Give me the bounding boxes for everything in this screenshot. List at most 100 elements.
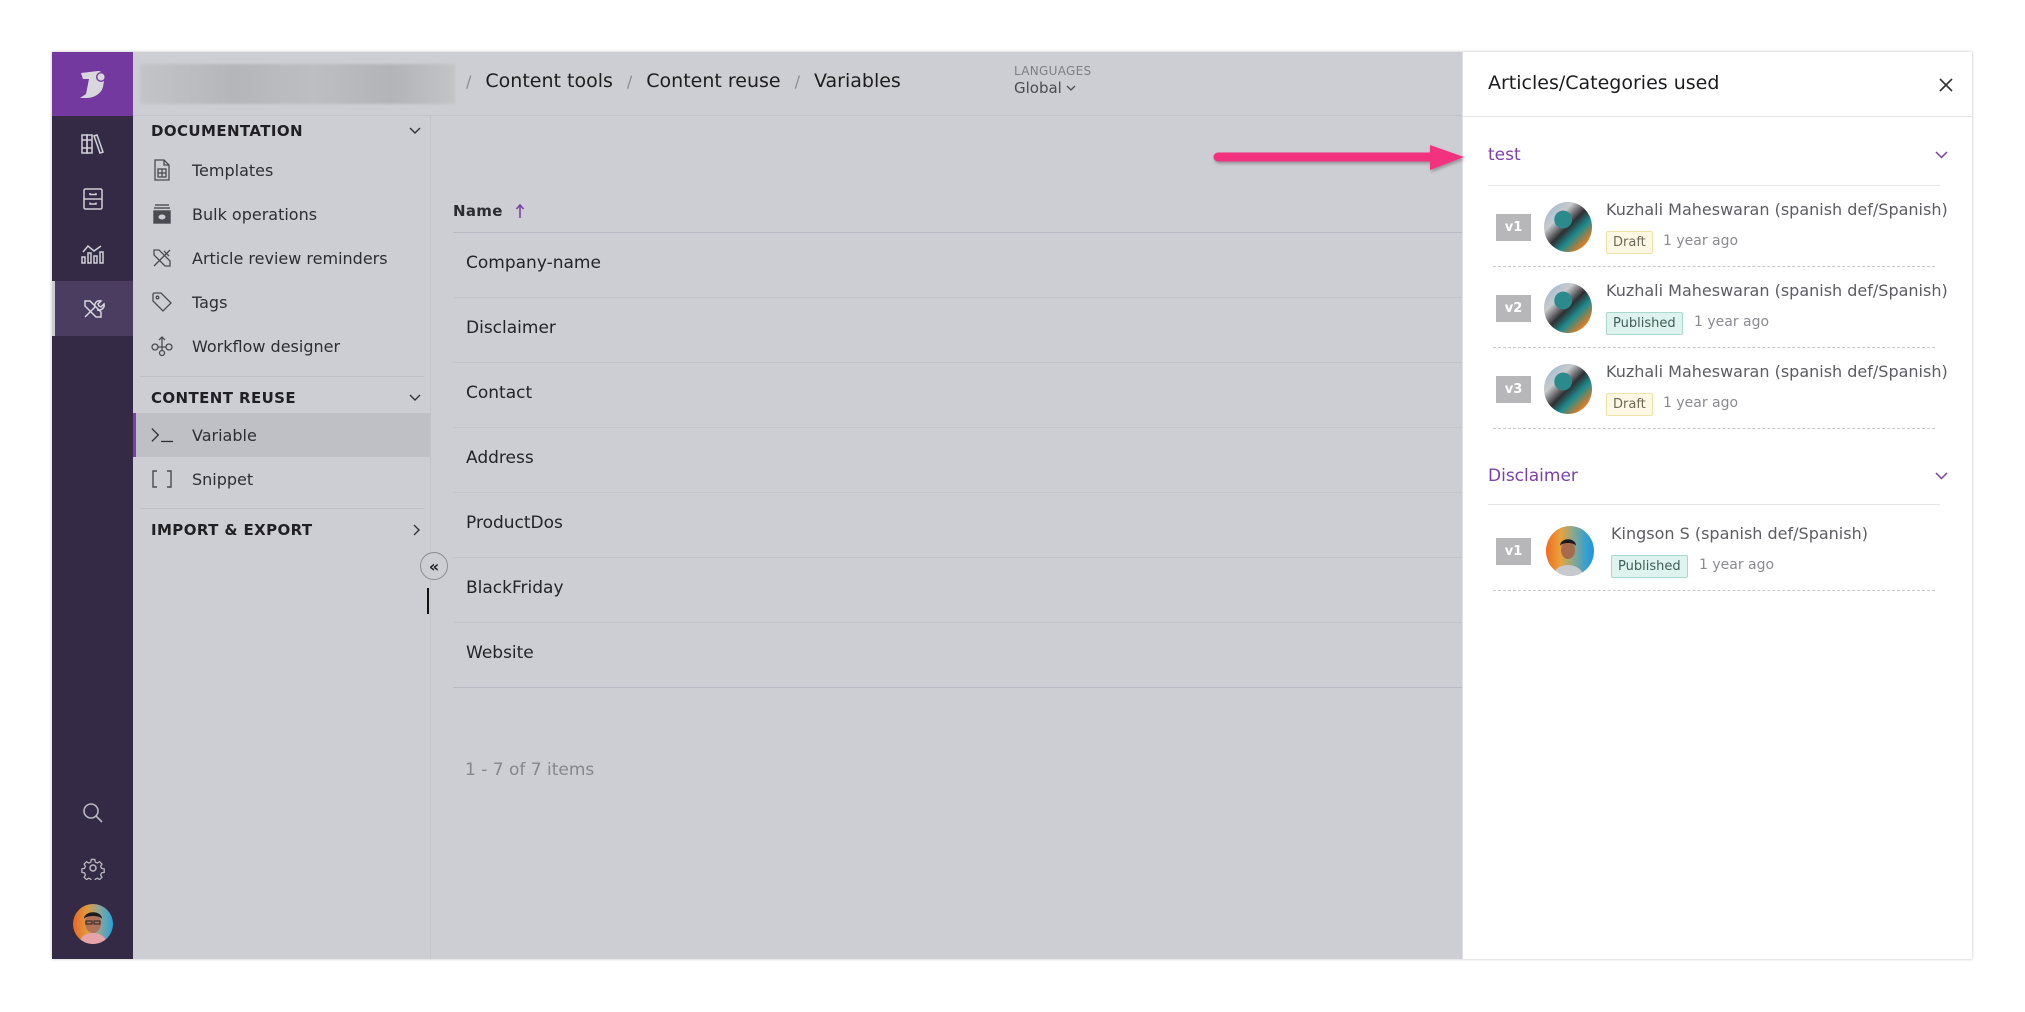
article-entry[interactable]: v2 Kuzhali Maheswaran (spanish def/Spani… <box>1493 267 1948 348</box>
sidebar-item-templates[interactable]: Templates <box>133 148 430 192</box>
table-row[interactable]: Address <box>453 428 1462 493</box>
variable-name: Website <box>466 643 534 663</box>
double-chevron-left-icon: « <box>428 556 440 576</box>
panel-title: Articles/Categories used <box>1488 72 1720 94</box>
group-divider <box>1488 504 1940 505</box>
logo-icon <box>79 71 106 98</box>
author-avatar <box>1544 202 1592 252</box>
template-icon <box>150 158 174 182</box>
sidebar-item-article-review-reminders[interactable]: Article review reminders <box>133 236 430 280</box>
author-avatar <box>1544 364 1592 414</box>
collapse-sidebar-button[interactable]: « <box>420 552 448 580</box>
breadcrumb-separator: / <box>626 71 633 91</box>
sidebar-item-bulk-operations[interactable]: Bulk operations <box>133 192 430 236</box>
sidebar-item-variable[interactable]: Variable <box>133 413 430 457</box>
section-title: CONTENT REUSE <box>151 389 297 407</box>
icon-rail <box>52 52 133 959</box>
status-badge: Draft <box>1606 393 1653 416</box>
group-title: test <box>1488 145 1521 165</box>
tag-icon <box>150 290 174 314</box>
column-header-label: Name <box>453 202 503 220</box>
section-title: DOCUMENTATION <box>151 122 303 140</box>
status-badge: Draft <box>1606 231 1653 254</box>
table-row[interactable]: ProductDos <box>453 493 1462 558</box>
variable-name: Disclaimer <box>466 318 556 338</box>
language-selector[interactable]: LANGUAGES Global <box>1014 64 1091 97</box>
top-header: / Content tools / Content reuse / Variab… <box>133 52 1462 116</box>
table-row[interactable]: Website <box>453 623 1462 688</box>
author-avatar <box>1544 283 1592 333</box>
author-avatar <box>1546 526 1594 576</box>
status-badge: Published <box>1611 555 1688 578</box>
article-entry[interactable]: v3 Kuzhali Maheswaran (spanish def/Spani… <box>1493 348 1948 429</box>
rail-item-drive[interactable] <box>52 171 133 226</box>
column-header-name[interactable]: Name <box>453 202 525 220</box>
sidebar-item-label: Workflow designer <box>192 336 341 356</box>
sidebar-item-tags[interactable]: Tags <box>133 280 430 324</box>
chevron-right-icon <box>413 524 420 536</box>
variable-name: Address <box>466 448 534 468</box>
sidebar-item-label: Snippet <box>192 469 254 489</box>
table-row[interactable]: Contact <box>453 363 1462 428</box>
rail-item-analytics[interactable] <box>52 226 133 281</box>
sidebar-item-label: Article review reminders <box>192 248 388 268</box>
breadcrumb-variables: Variables <box>813 70 901 92</box>
section-title: IMPORT & EXPORT <box>151 521 313 539</box>
timestamp: 1 year ago <box>1663 233 1739 249</box>
section-documentation[interactable]: DOCUMENTATION <box>151 122 421 140</box>
rail-item-search[interactable] <box>52 785 133 840</box>
article-name: Kuzhali Maheswaran (spanish def/Spanish) <box>1606 200 1948 219</box>
status-badge: Published <box>1606 312 1683 335</box>
version-badge: v1 <box>1496 538 1531 565</box>
section-content-reuse[interactable]: CONTENT REUSE <box>151 389 421 407</box>
sidebar-item-snippet[interactable]: Snippet <box>133 457 430 501</box>
bulk-operations-icon <box>150 202 174 226</box>
version-badge: v3 <box>1496 376 1531 403</box>
language-value: Global <box>1014 79 1062 97</box>
variables-table: Name Company-name Disclaimer Contact Add… <box>431 116 1462 959</box>
table-row[interactable]: BlackFriday <box>453 558 1462 623</box>
language-dropdown[interactable]: Global <box>1014 79 1091 97</box>
review-reminder-icon <box>150 246 174 270</box>
variable-name: BlackFriday <box>466 578 564 598</box>
close-panel-button[interactable] <box>1933 72 1959 98</box>
rail-item-content-tools[interactable] <box>52 281 133 336</box>
chevron-down-icon <box>409 394 421 401</box>
rail-item-knowledge-base[interactable] <box>52 116 133 171</box>
breadcrumb-separator: / <box>794 71 800 91</box>
rail-item-settings[interactable] <box>52 840 133 895</box>
article-name: Kuzhali Maheswaran (spanish def/Spanish) <box>1606 281 1948 300</box>
article-entry[interactable]: v1 Kingson S (spanish def/Spanish) Publi… <box>1493 510 1935 591</box>
workflow-icon <box>150 334 174 358</box>
user-avatar-image <box>80 912 106 944</box>
content-tools-sidebar: DOCUMENTATION Templates Bulk operations … <box>133 116 431 959</box>
chevron-down-icon <box>1935 472 1948 480</box>
sidebar-item-label: Variable <box>192 425 257 445</box>
close-icon <box>1939 78 1953 92</box>
group-header-disclaimer[interactable]: Disclaimer <box>1488 466 1948 486</box>
breadcrumb-content-reuse[interactable]: Content reuse <box>646 70 780 92</box>
sidebar-item-workflow-designer[interactable]: Workflow designer <box>133 324 430 368</box>
section-import-export[interactable]: IMPORT & EXPORT <box>151 521 421 539</box>
timestamp: 1 year ago <box>1663 395 1739 411</box>
group-title: Disclaimer <box>1488 466 1578 486</box>
app-window: / Content tools / Content reuse / Variab… <box>52 52 1972 959</box>
breadcrumb-content-tools[interactable]: Content tools <box>485 70 612 92</box>
brackets-icon <box>150 467 174 491</box>
cabinet-icon <box>82 187 103 210</box>
version-badge: v1 <box>1496 214 1531 241</box>
chevron-down-icon <box>409 127 421 134</box>
table-row[interactable]: Disclaimer <box>453 298 1462 363</box>
table-row[interactable]: Company-name <box>453 233 1462 298</box>
redacted-project-name <box>140 64 455 104</box>
app-logo[interactable] <box>52 52 133 116</box>
article-name: Kingson S (spanish def/Spanish) <box>1611 524 1868 543</box>
version-badge: v2 <box>1496 295 1531 322</box>
user-avatar[interactable] <box>73 904 113 944</box>
chevron-down-icon <box>1066 85 1076 91</box>
group-header-test[interactable]: test <box>1488 145 1948 165</box>
article-entry[interactable]: v1 Kuzhali Maheswaran (spanish def/Spani… <box>1493 186 1948 267</box>
terminal-icon <box>150 423 174 447</box>
section-divider <box>140 508 424 509</box>
breadcrumb: / Content tools / Content reuse / Variab… <box>466 70 901 92</box>
